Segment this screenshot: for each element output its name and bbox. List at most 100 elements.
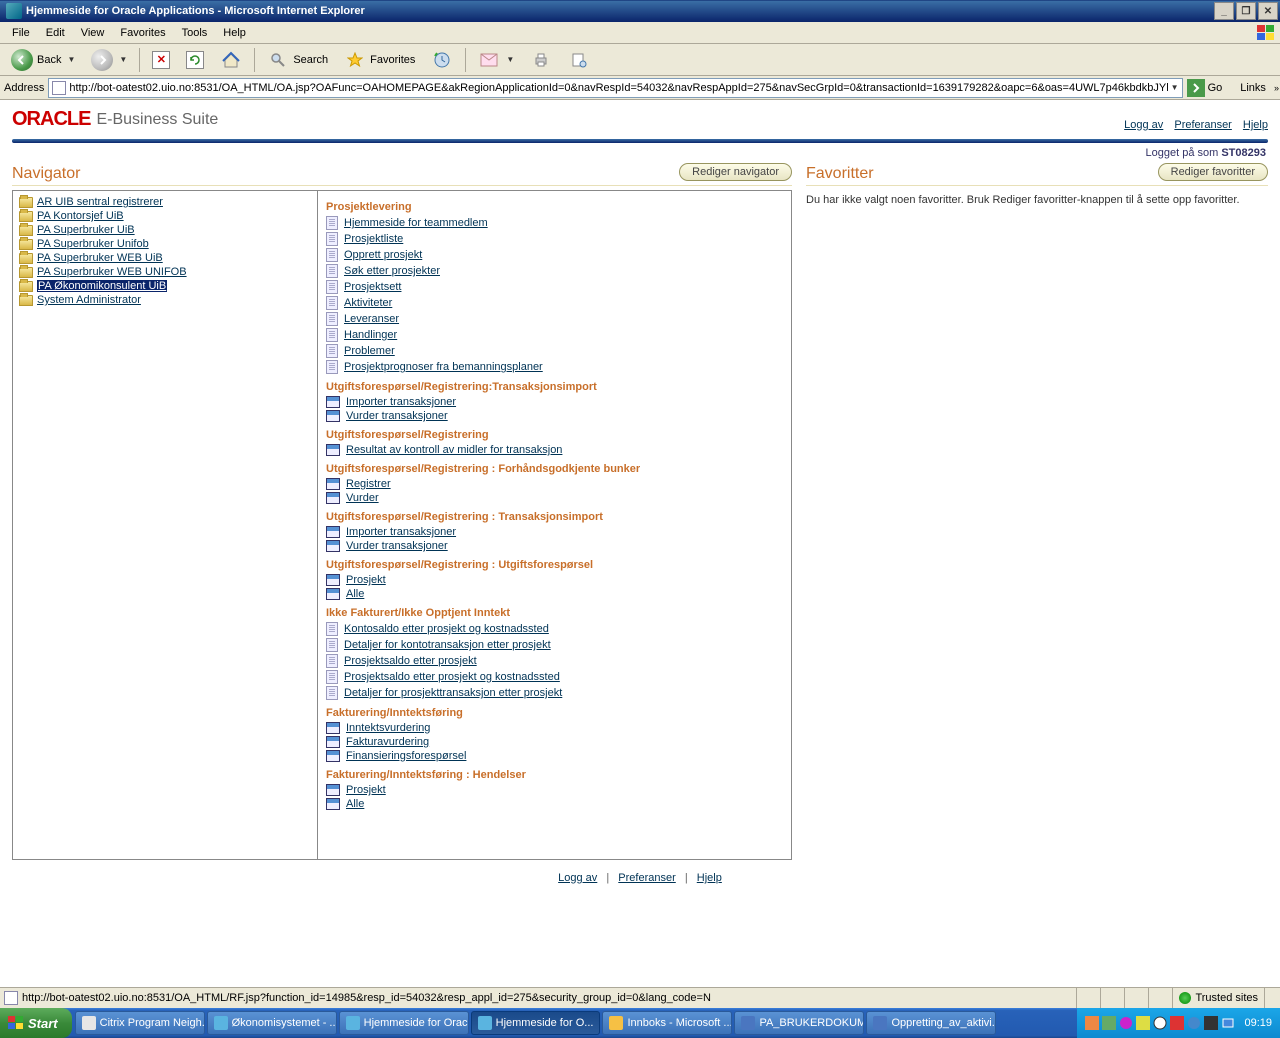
menu-edit[interactable]: Edit bbox=[38, 25, 73, 41]
chevron-down-icon: ▼ bbox=[67, 55, 75, 64]
function-link[interactable]: Finansieringsforespørsel bbox=[326, 749, 783, 763]
responsibility-item[interactable]: PA Superbruker UiB bbox=[19, 223, 311, 237]
separator-bar bbox=[12, 139, 1268, 143]
address-input[interactable]: http://bot-oatest02.uio.no:8531/OA_HTML/… bbox=[48, 78, 1182, 98]
edit-favorites-button[interactable]: Rediger favoritter bbox=[1158, 163, 1268, 181]
function-link[interactable]: Søk etter prosjekter bbox=[326, 263, 783, 279]
footer-prefs[interactable]: Preferanser bbox=[618, 872, 675, 884]
taskbar-button[interactable]: PA_BRUKERDOKUME... bbox=[734, 1011, 864, 1035]
page-content: ORACLE E-Business Suite Logg av Preferan… bbox=[0, 100, 1280, 987]
function-link[interactable]: Prosjekt bbox=[326, 783, 783, 797]
links-label[interactable]: Links bbox=[1236, 82, 1270, 94]
form-icon bbox=[326, 574, 340, 586]
responsibility-item[interactable]: PA Økonomikonsulent UiB bbox=[19, 279, 311, 293]
mail-button[interactable]: ▼ bbox=[471, 46, 521, 74]
function-link[interactable]: Aktiviteter bbox=[326, 295, 783, 311]
edit-button[interactable] bbox=[561, 46, 597, 74]
tray-icon[interactable] bbox=[1119, 1016, 1133, 1030]
responsibility-item[interactable]: System Administrator bbox=[19, 293, 311, 307]
function-link[interactable]: Alle bbox=[326, 587, 783, 601]
function-link[interactable]: Resultat av kontroll av midler for trans… bbox=[326, 443, 783, 457]
taskbar-button[interactable]: Innboks - Microsoft ... bbox=[602, 1011, 732, 1035]
function-link[interactable]: Prosjektsaldo etter prosjekt bbox=[326, 653, 783, 669]
responsibility-item[interactable]: PA Kontorsjef UiB bbox=[19, 209, 311, 223]
tray-icon[interactable] bbox=[1085, 1016, 1099, 1030]
forward-icon bbox=[91, 49, 113, 71]
function-link[interactable]: Vurder bbox=[326, 491, 783, 505]
restore-button[interactable]: ❐ bbox=[1236, 2, 1256, 20]
folder-icon bbox=[19, 225, 33, 236]
tray-icon[interactable] bbox=[1204, 1016, 1218, 1030]
search-button[interactable]: Search bbox=[260, 46, 335, 74]
responsibility-item[interactable]: PA Superbruker Unifob bbox=[19, 237, 311, 251]
menu-tools[interactable]: Tools bbox=[174, 25, 216, 41]
function-link[interactable]: Opprett prosjekt bbox=[326, 247, 783, 263]
taskbar-button[interactable]: Hjemmeside for Orac... bbox=[339, 1011, 469, 1035]
clock[interactable]: 09:19 bbox=[1244, 1017, 1272, 1029]
form-icon bbox=[326, 540, 340, 552]
favorites-button[interactable]: Favorites bbox=[337, 46, 422, 74]
link-logoff[interactable]: Logg av bbox=[1124, 119, 1163, 131]
function-link[interactable]: Prosjektprognoser fra bemanningsplaner bbox=[326, 359, 783, 375]
function-link[interactable]: Handlinger bbox=[326, 327, 783, 343]
print-button[interactable] bbox=[523, 46, 559, 74]
footer-help[interactable]: Hjelp bbox=[697, 872, 722, 884]
menu-file[interactable]: File bbox=[4, 25, 38, 41]
menu-help[interactable]: Help bbox=[215, 25, 254, 41]
function-link[interactable]: Importer transaksjoner bbox=[326, 395, 783, 409]
responsibility-item[interactable]: PA Superbruker WEB UNIFOB bbox=[19, 265, 311, 279]
tray-icon[interactable] bbox=[1170, 1016, 1184, 1030]
go-icon bbox=[1187, 79, 1205, 97]
taskbar-button[interactable]: Hjemmeside for O... bbox=[471, 1011, 601, 1035]
taskbar-button[interactable]: Citrix Program Neigh... bbox=[75, 1011, 205, 1035]
function-link[interactable]: Importer transaksjoner bbox=[326, 525, 783, 539]
section-header: Prosjektlevering bbox=[326, 201, 783, 213]
function-link[interactable]: Kontosaldo etter prosjekt og kostnadsste… bbox=[326, 621, 783, 637]
function-link[interactable]: Alle bbox=[326, 797, 783, 811]
edit-navigator-button[interactable]: Rediger navigator bbox=[679, 163, 792, 181]
function-link[interactable]: Leveranser bbox=[326, 311, 783, 327]
chevron-down-icon[interactable]: ▼ bbox=[1171, 83, 1179, 92]
function-link[interactable]: Prosjektliste bbox=[326, 231, 783, 247]
address-bar: Address http://bot-oatest02.uio.no:8531/… bbox=[0, 76, 1280, 100]
tray-icon[interactable] bbox=[1187, 1016, 1201, 1030]
close-button[interactable]: ✕ bbox=[1258, 2, 1278, 20]
responsibility-item[interactable]: AR UIB sentral registrerer bbox=[19, 195, 311, 209]
function-link[interactable]: Prosjekt bbox=[326, 573, 783, 587]
menu-view[interactable]: View bbox=[73, 25, 113, 41]
tray-icon[interactable] bbox=[1153, 1016, 1167, 1030]
tray-icon[interactable] bbox=[1221, 1016, 1235, 1030]
responsibility-item[interactable]: PA Superbruker WEB UiB bbox=[19, 251, 311, 265]
taskbar-button[interactable]: Økonomisystemet - ... bbox=[207, 1011, 337, 1035]
tray-icon[interactable] bbox=[1136, 1016, 1150, 1030]
minimize-button[interactable]: _ bbox=[1214, 2, 1234, 20]
history-button[interactable] bbox=[424, 46, 460, 74]
back-button[interactable]: Back ▼ bbox=[4, 46, 82, 74]
function-link[interactable]: Inntektsvurdering bbox=[326, 721, 783, 735]
function-link[interactable]: Detaljer for prosjekttransaksjon etter p… bbox=[326, 685, 783, 701]
stop-button[interactable]: ✕ bbox=[145, 48, 177, 72]
form-icon bbox=[326, 410, 340, 422]
function-link[interactable]: Detaljer for kontotransaksjon etter pros… bbox=[326, 637, 783, 653]
tray-icon[interactable] bbox=[1102, 1016, 1116, 1030]
start-button[interactable]: Start bbox=[0, 1008, 72, 1038]
function-link[interactable]: Vurder transaksjoner bbox=[326, 409, 783, 423]
function-link[interactable]: Problemer bbox=[326, 343, 783, 359]
forward-button[interactable]: ▼ bbox=[84, 46, 134, 74]
link-help[interactable]: Hjelp bbox=[1243, 119, 1268, 131]
function-link[interactable]: Vurder transaksjoner bbox=[326, 539, 783, 553]
function-link[interactable]: Prosjektsaldo etter prosjekt og kostnads… bbox=[326, 669, 783, 685]
system-tray[interactable]: 09:19 bbox=[1077, 1008, 1280, 1038]
go-button[interactable]: Go bbox=[1187, 79, 1223, 97]
footer-logoff[interactable]: Logg av bbox=[558, 872, 597, 884]
refresh-button[interactable] bbox=[179, 48, 211, 72]
taskbar-button[interactable]: Oppretting_av_aktivi... bbox=[866, 1011, 996, 1035]
link-prefs[interactable]: Preferanser bbox=[1174, 119, 1231, 131]
function-link[interactable]: Registrer bbox=[326, 477, 783, 491]
document-icon bbox=[326, 638, 338, 652]
function-link[interactable]: Prosjektsett bbox=[326, 279, 783, 295]
menu-favorites[interactable]: Favorites bbox=[112, 25, 173, 41]
function-link[interactable]: Hjemmeside for teammedlem bbox=[326, 215, 783, 231]
function-link[interactable]: Fakturavurdering bbox=[326, 735, 783, 749]
home-button[interactable] bbox=[213, 46, 249, 74]
